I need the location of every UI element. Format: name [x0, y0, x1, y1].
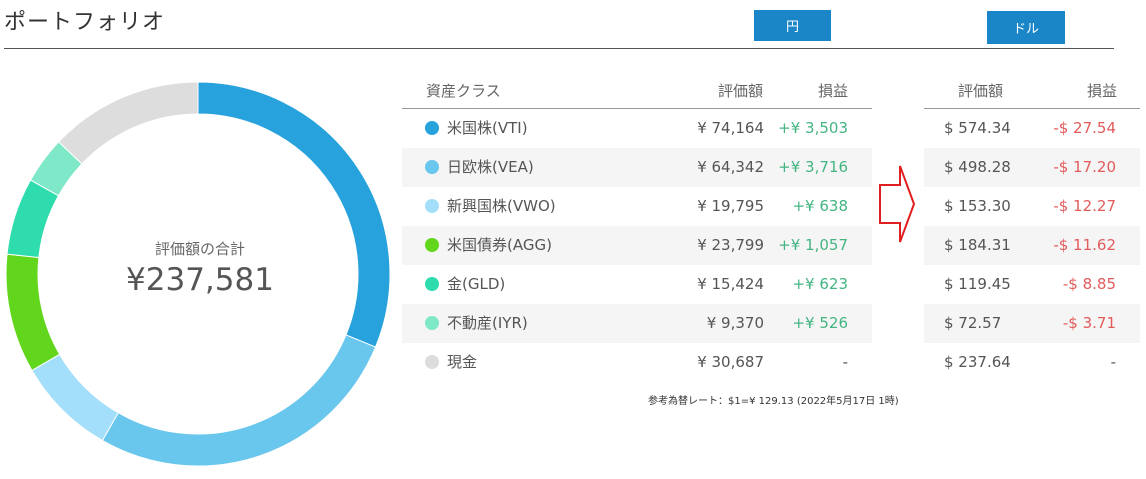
- usd-currency-button[interactable]: ドル: [987, 11, 1065, 44]
- header-pl-usd: 損益: [1087, 82, 1118, 100]
- table-row: 金(GLD) ¥ 15,424 +¥ 623: [402, 265, 872, 304]
- pl-yen: +¥ 526: [792, 314, 848, 332]
- donut-slice: [5, 253, 61, 372]
- exchange-rate-note: 参考為替レート：$1=¥ 129.13 (2022年5月17日 1時): [648, 396, 899, 407]
- value-yen: ¥ 74,164: [697, 119, 764, 137]
- table-row: $ 184.31 -$ 11.62: [924, 226, 1140, 265]
- table-row: 日欧株(VEA) ¥ 64,342 +¥ 3,716: [402, 148, 872, 187]
- asset-name: 米国債券(AGG): [447, 236, 552, 254]
- pl-yen: +¥ 3,716: [778, 158, 848, 176]
- right-arrow-icon: [879, 165, 916, 243]
- value-usd: $ 153.30: [944, 197, 1011, 215]
- asset-color-dot-icon: [425, 121, 439, 135]
- asset-name: 金(GLD): [447, 275, 506, 293]
- donut-slice: [58, 81, 199, 165]
- donut-slice: [101, 334, 377, 467]
- pl-usd: -$ 17.20: [1053, 158, 1116, 176]
- header-value-yen: 評価額: [718, 82, 764, 100]
- table-row: 現金 ¥ 30,687 -: [402, 343, 872, 382]
- pl-yen: +¥ 1,057: [778, 236, 848, 254]
- pl-usd: -$ 12.27: [1053, 197, 1116, 215]
- pl-yen: -: [842, 353, 848, 371]
- title-divider: [4, 48, 1114, 49]
- value-usd: $ 237.64: [944, 353, 1011, 371]
- table-row: 新興国株(VWO) ¥ 19,795 +¥ 638: [402, 187, 872, 226]
- asset-name: 日欧株(VEA): [447, 158, 534, 176]
- asset-color-dot-icon: [425, 277, 439, 291]
- table-row: $ 153.30 -$ 12.27: [924, 187, 1140, 226]
- donut-total-value: ¥237,581: [126, 262, 274, 298]
- table-row: 米国債券(AGG) ¥ 23,799 +¥ 1,057: [402, 226, 872, 265]
- header-pl-yen: 損益: [818, 82, 849, 100]
- asset-color-dot-icon: [425, 160, 439, 174]
- header-value-usd: 評価額: [958, 82, 1004, 100]
- pl-yen: +¥ 3,503: [778, 119, 848, 137]
- donut-slice: [197, 81, 391, 348]
- value-yen: ¥ 15,424: [697, 275, 764, 293]
- value-yen: ¥ 19,795: [697, 197, 764, 215]
- asset-name: 現金: [447, 353, 478, 371]
- table-row: $ 574.34 -$ 27.54: [924, 109, 1140, 148]
- page-title: ポートフォリオ: [4, 10, 166, 35]
- asset-color-dot-icon: [425, 355, 439, 369]
- table-row: 米国株(VTI) ¥ 74,164 +¥ 3,503: [402, 109, 872, 148]
- pl-usd: -$ 27.54: [1053, 119, 1116, 137]
- asset-name: 不動産(IYR): [447, 314, 528, 332]
- value-usd: $ 72.57: [944, 314, 1002, 332]
- table-row: 不動産(IYR) ¥ 9,370 +¥ 526: [402, 304, 872, 343]
- pl-usd: -$ 11.62: [1053, 236, 1116, 254]
- value-yen: ¥ 9,370: [706, 314, 764, 332]
- pl-usd: -: [1110, 353, 1116, 371]
- value-usd: $ 574.34: [944, 119, 1011, 137]
- value-yen: ¥ 64,342: [697, 158, 764, 176]
- table-row: $ 498.28 -$ 17.20: [924, 148, 1140, 187]
- pl-usd: -$ 8.85: [1062, 275, 1116, 293]
- value-usd: $ 498.28: [944, 158, 1011, 176]
- value-usd: $ 119.45: [944, 275, 1011, 293]
- asset-color-dot-icon: [425, 316, 439, 330]
- pl-yen: +¥ 638: [792, 197, 848, 215]
- pl-yen: +¥ 623: [792, 275, 848, 293]
- asset-name: 米国株(VTI): [447, 119, 528, 137]
- header-asset-class: 資産クラス: [426, 82, 501, 100]
- pl-usd: -$ 3.71: [1062, 314, 1116, 332]
- value-yen: ¥ 23,799: [697, 236, 764, 254]
- table-row: $ 237.64 -: [924, 343, 1140, 382]
- value-usd: $ 184.31: [944, 236, 1011, 254]
- asset-color-dot-icon: [425, 238, 439, 252]
- asset-color-dot-icon: [425, 199, 439, 213]
- yen-currency-button[interactable]: 円: [754, 10, 831, 41]
- donut-slice: [31, 353, 119, 442]
- value-yen: ¥ 30,687: [697, 353, 764, 371]
- table-row: $ 119.45 -$ 8.85: [924, 265, 1140, 304]
- table-row: $ 72.57 -$ 3.71: [924, 304, 1140, 343]
- donut-total-label: 評価額の合計: [154, 240, 245, 258]
- asset-name: 新興国株(VWO): [447, 197, 556, 215]
